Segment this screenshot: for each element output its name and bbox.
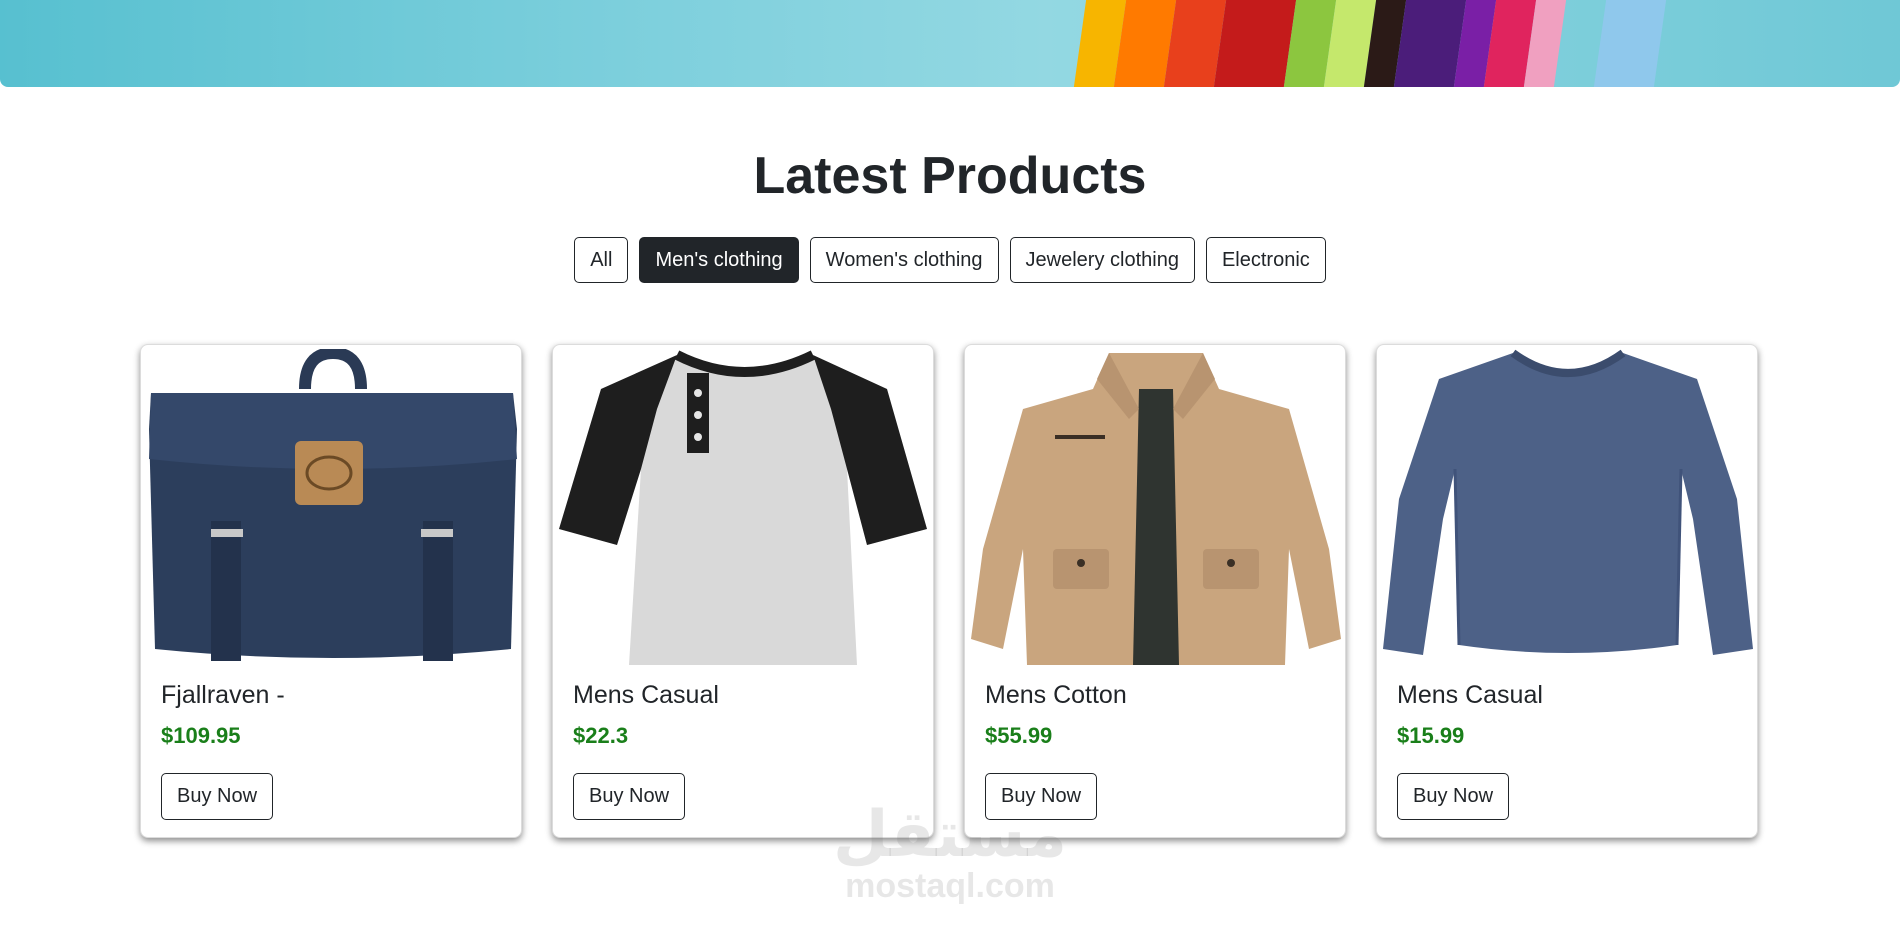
product-card: Mens Cotton $55.99 Buy Now — [964, 344, 1346, 838]
filter-all-button[interactable]: All — [574, 237, 629, 283]
filter-mens-clothing-button[interactable]: Men's clothing — [639, 237, 799, 283]
buy-now-button[interactable]: Buy Now — [985, 773, 1098, 820]
product-card: Mens Casual $22.3 Buy Now — [552, 344, 934, 838]
filter-womens-clothing-button[interactable]: Women's clothing — [809, 237, 999, 283]
hero-banner — [0, 0, 1900, 87]
category-filter-bar: All Men's clothing Women's clothing Jewe… — [0, 237, 1900, 283]
product-title: Fjallraven - — [161, 681, 285, 709]
buy-now-button[interactable]: Buy Now — [1397, 773, 1510, 820]
product-price: $22.3 — [573, 723, 629, 748]
cotton-jacket-image — [971, 353, 1341, 665]
shopping-bag-decoration — [1593, 0, 1667, 87]
filter-electronic-button[interactable]: Electronic — [1205, 237, 1326, 283]
buy-now-button[interactable]: Buy Now — [161, 773, 274, 820]
backpack-image — [149, 349, 517, 661]
raglan-tshirt-image — [559, 350, 927, 665]
watermark-url-text: mostaql.com — [845, 867, 1055, 905]
product-card: Mens Casual $15.99 Buy Now — [1376, 344, 1758, 838]
shopping-bag-decoration — [1213, 0, 1297, 87]
product-price: $15.99 — [1397, 723, 1465, 748]
product-title: Mens Cotton — [985, 681, 1127, 709]
product-card: Fjallraven - $109.95 Buy Now — [140, 344, 522, 838]
product-title: Mens Casual — [1397, 681, 1543, 709]
buy-now-button[interactable]: Buy Now — [573, 773, 686, 820]
long-sleeve-shirt-image — [1383, 349, 1753, 655]
page-title: Latest Products — [753, 147, 1147, 205]
product-price: $109.95 — [161, 723, 241, 748]
product-price: $55.99 — [985, 723, 1053, 748]
product-title: Mens Casual — [573, 681, 719, 709]
product-grid: Fjallraven - $109.95 Buy Now Mens Casual… — [140, 344, 1758, 838]
filter-jewelery-clothing-button[interactable]: Jewelery clothing — [1009, 237, 1195, 283]
